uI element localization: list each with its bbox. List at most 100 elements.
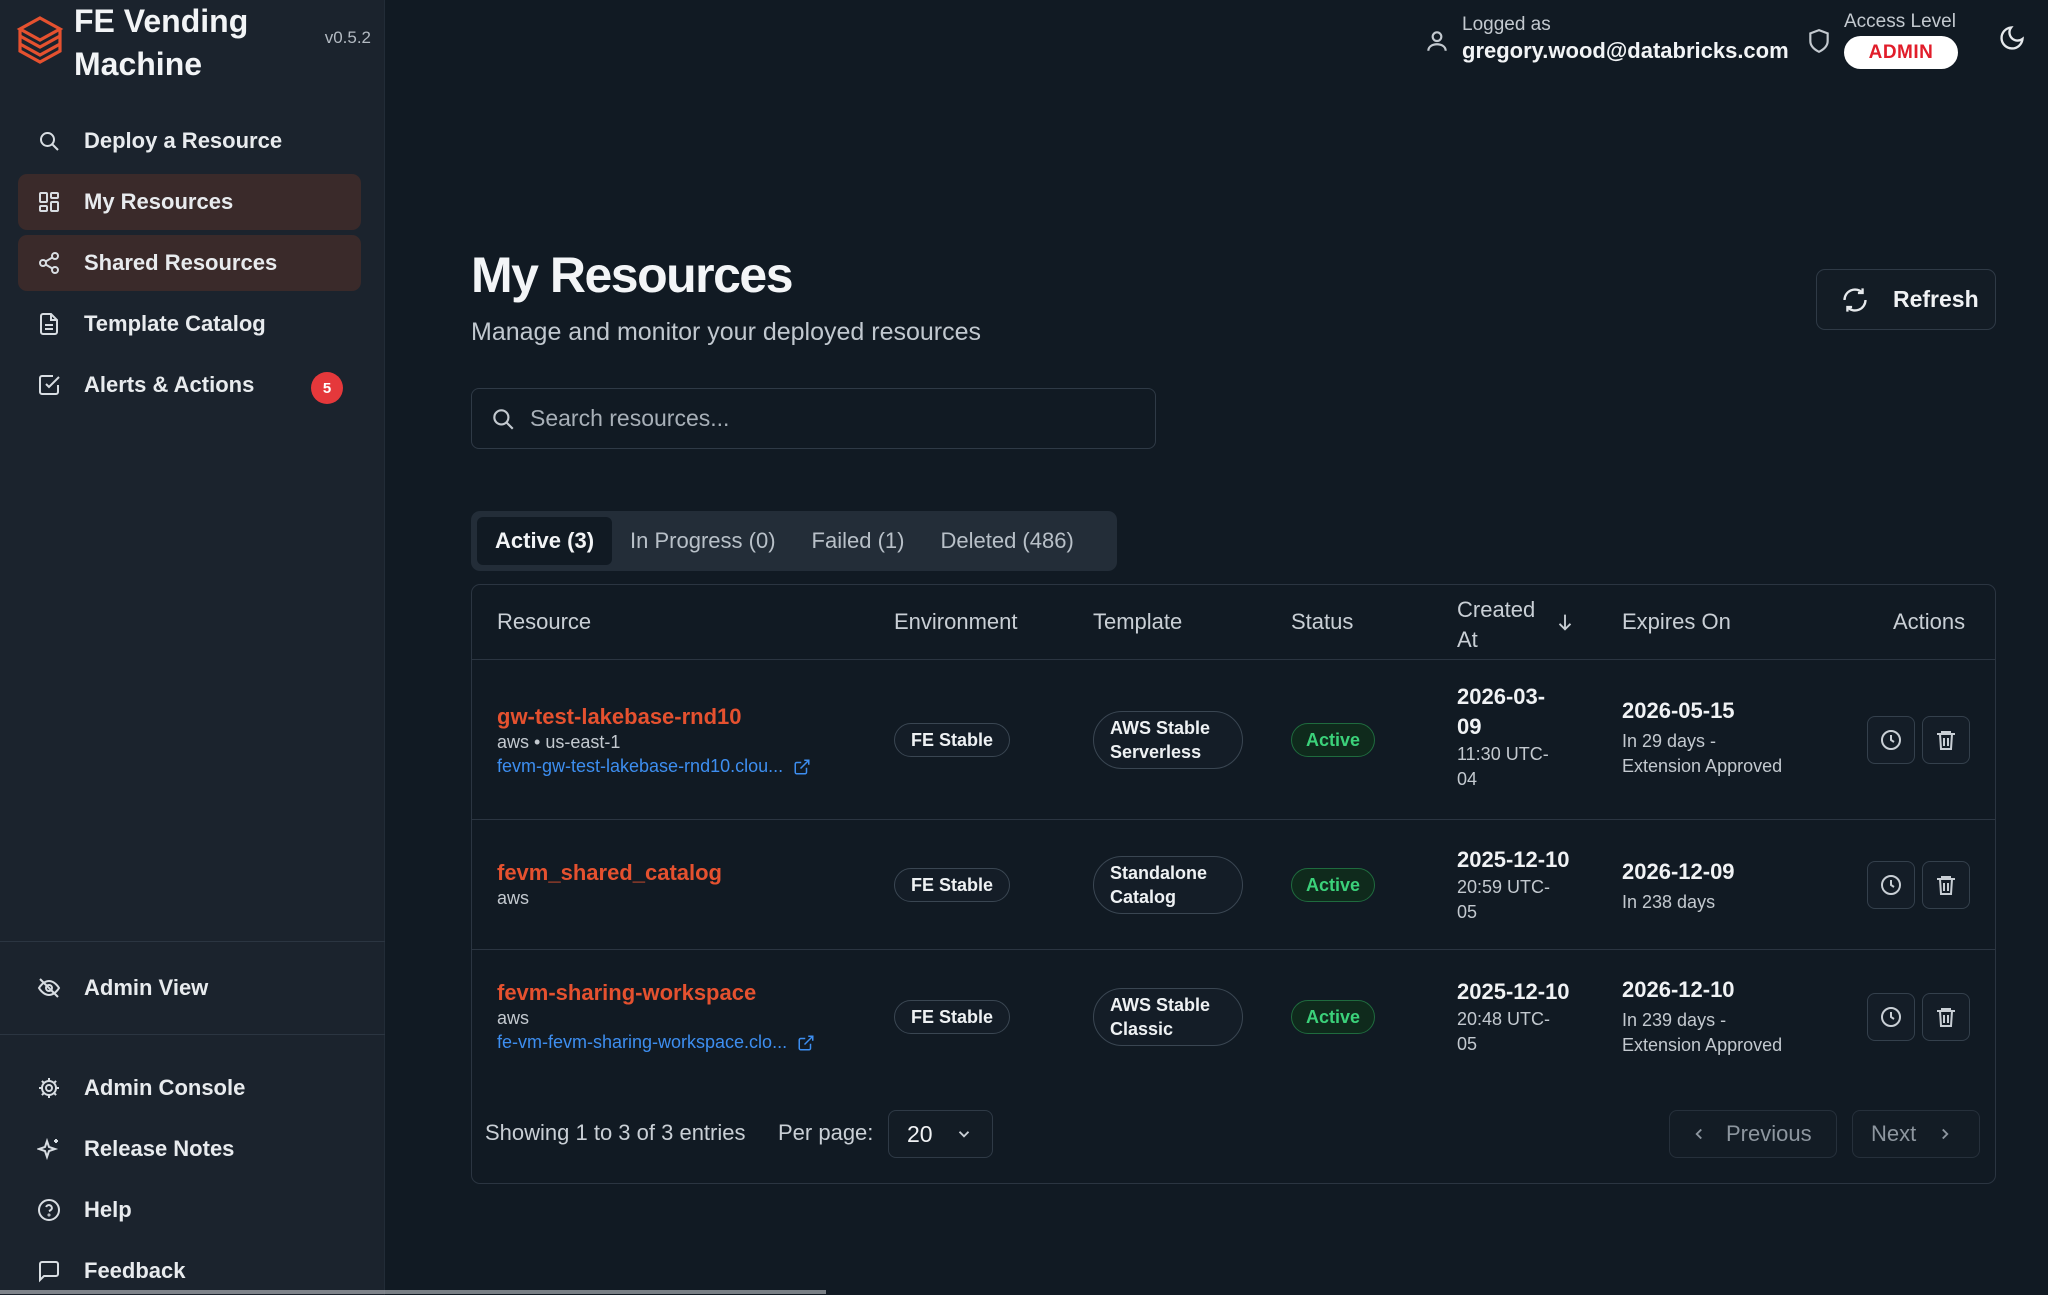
message-icon — [36, 1258, 62, 1284]
admin-view-toggle[interactable]: Admin View — [18, 960, 361, 1016]
column-header-expires-on[interactable]: Expires On — [1622, 609, 1731, 635]
template-line: Catalog — [1110, 887, 1177, 907]
column-header-resource[interactable]: Resource — [497, 609, 591, 635]
sidebar-item-release-notes[interactable]: Release Notes — [18, 1121, 361, 1177]
column-header-template[interactable]: Template — [1093, 609, 1182, 635]
resource-name-link[interactable]: gw-test-lakebase-rnd10 — [497, 704, 742, 730]
user-email: gregory.wood@databricks.com — [1462, 38, 1789, 63]
sidebar-item-my-resources[interactable]: My Resources — [18, 174, 361, 230]
theme-toggle-button[interactable] — [1998, 24, 2030, 56]
chevron-down-icon — [958, 1131, 969, 1138]
resources-table: Resource Environment Template Status Cre… — [471, 584, 1996, 1184]
extend-button[interactable] — [1867, 716, 1915, 764]
sidebar-item-template-catalog[interactable]: Template Catalog — [18, 296, 361, 352]
access-level-label: Access Level — [1844, 11, 1956, 32]
expires-on: 2026-12-09 In 238 days — [1622, 857, 1822, 915]
app-version: v0.5.2 — [324, 28, 371, 47]
gear-icon — [36, 1075, 62, 1101]
sparkles-icon — [36, 1136, 62, 1162]
sidebar-item-label: Help — [84, 1197, 132, 1222]
sidebar-divider — [0, 941, 385, 942]
brand[interactable]: FE Vending Machine v0.5.2 — [16, 0, 371, 88]
databricks-logo-icon — [16, 16, 64, 64]
sidebar-item-label: Feedback — [84, 1258, 186, 1283]
horizontal-scrollbar[interactable] — [0, 1290, 826, 1294]
sidebar-item-label: Release Notes — [84, 1136, 235, 1161]
extend-button[interactable] — [1867, 993, 1915, 1041]
alerts-count-badge: 5 — [311, 372, 343, 404]
created-at: 2025-12-10 20:48 UTC- 05 — [1457, 977, 1577, 1057]
clock-icon — [1881, 730, 1901, 750]
column-header-status[interactable]: Status — [1291, 609, 1353, 635]
status-badge: Active — [1291, 1000, 1376, 1034]
column-header-environment[interactable]: Environment — [894, 609, 1018, 635]
environment-badge: FE Stable — [894, 1000, 1011, 1034]
delete-button[interactable] — [1922, 993, 1970, 1041]
created-at: 2025-12-10 20:59 UTC- 05 — [1457, 845, 1577, 925]
sidebar-item-feedback[interactable]: Feedback — [18, 1243, 361, 1295]
delete-button[interactable] — [1922, 861, 1970, 909]
resource-url-text: fevm-gw-test-lakebase-rnd10.clou... — [497, 756, 784, 776]
per-page-select[interactable]: 20 — [888, 1110, 993, 1158]
created-time: 04 — [1457, 769, 1478, 789]
trash-icon — [1937, 876, 1955, 895]
sidebar-item-label: Shared Resources — [84, 250, 278, 275]
sidebar-item-label: My Resources — [84, 189, 234, 214]
template-badge: AWS Stable Serverless — [1093, 711, 1243, 769]
created-time: 11:30 UTC- — [1457, 744, 1549, 764]
search-input[interactable] — [530, 398, 1155, 439]
created-time: 20:59 UTC- — [1457, 877, 1551, 897]
resource-url-link[interactable]: fe-vm-fevm-sharing-workspace.clo... — [497, 1032, 815, 1053]
resource-cloud: aws — [497, 888, 530, 908]
sidebar-item-shared-resources[interactable]: Shared Resources — [18, 235, 361, 291]
template-badge: Standalone Catalog — [1093, 856, 1243, 914]
resource-name-link[interactable]: fevm-sharing-workspace — [497, 980, 756, 1006]
sidebar-bottom-nav: Admin Console Release Notes Help Feedbac… — [18, 1060, 361, 1295]
shield-icon — [1809, 29, 1829, 54]
tab-deleted[interactable]: Deleted (486) — [922, 517, 1091, 565]
tab-failed[interactable]: Failed (1) — [794, 517, 923, 565]
previous-page-button[interactable]: Previous — [1669, 1110, 1837, 1158]
table-row: fevm-sharing-workspace aws fe-vm-fevm-sh… — [472, 950, 1995, 1085]
access-level: Access Level ADMIN — [1806, 8, 1966, 72]
created-date: 2026-03- — [1457, 684, 1546, 709]
access-level-badge: ADMIN — [1844, 36, 1958, 69]
refresh-button[interactable]: Refresh — [1816, 269, 1996, 330]
resource-url-text: fe-vm-fevm-sharing-workspace.clo... — [497, 1032, 788, 1052]
search-icon — [36, 128, 62, 154]
created-time: 05 — [1457, 1034, 1478, 1054]
sidebar-item-label: Admin Console — [84, 1075, 246, 1100]
column-header-created-at[interactable]: Created At — [1457, 595, 1537, 655]
sidebar-divider — [0, 1034, 385, 1035]
refresh-icon — [1843, 287, 1867, 312]
expires-on: 2026-05-15 In 29 days - Extension Approv… — [1622, 696, 1822, 779]
per-page-value: 20 — [907, 1120, 933, 1147]
search-box — [471, 388, 1156, 449]
created-time: 05 — [1457, 902, 1478, 922]
tab-active[interactable]: Active (3) — [477, 517, 613, 565]
clock-icon — [1881, 875, 1901, 895]
eye-off-icon — [36, 975, 62, 1001]
sort-descending-icon[interactable] — [1554, 611, 1576, 633]
extend-button[interactable] — [1867, 861, 1915, 909]
grid-icon — [36, 189, 62, 215]
tab-in-progress[interactable]: In Progress (0) — [612, 517, 794, 565]
resource-name-link[interactable]: fevm_shared_catalog — [497, 860, 722, 886]
sidebar-item-help[interactable]: Help — [18, 1182, 361, 1238]
resource-url-link[interactable]: fevm-gw-test-lakebase-rnd10.clou... — [497, 756, 811, 777]
checkbox-icon — [36, 372, 62, 398]
sidebar-item-admin-console[interactable]: Admin Console — [18, 1060, 361, 1116]
sidebar-item-deploy-resource[interactable]: Deploy a Resource — [18, 113, 361, 169]
app-name: FE Vending Machine — [74, 3, 249, 82]
status-badge: Active — [1291, 723, 1376, 757]
delete-button[interactable] — [1922, 716, 1970, 764]
next-page-button[interactable]: Next — [1852, 1110, 1980, 1158]
page-title: My Resources — [471, 247, 794, 303]
moon-icon — [2000, 26, 2024, 50]
expires-date: 2026-12-10 — [1622, 977, 1735, 1002]
created-at: 2026-03- 09 11:30 UTC- 04 — [1457, 682, 1577, 792]
trash-icon — [1937, 1008, 1955, 1027]
user-icon — [1427, 31, 1447, 51]
sidebar-item-alerts-actions[interactable]: Alerts & Actions 5 — [18, 357, 361, 413]
document-icon — [36, 311, 62, 337]
